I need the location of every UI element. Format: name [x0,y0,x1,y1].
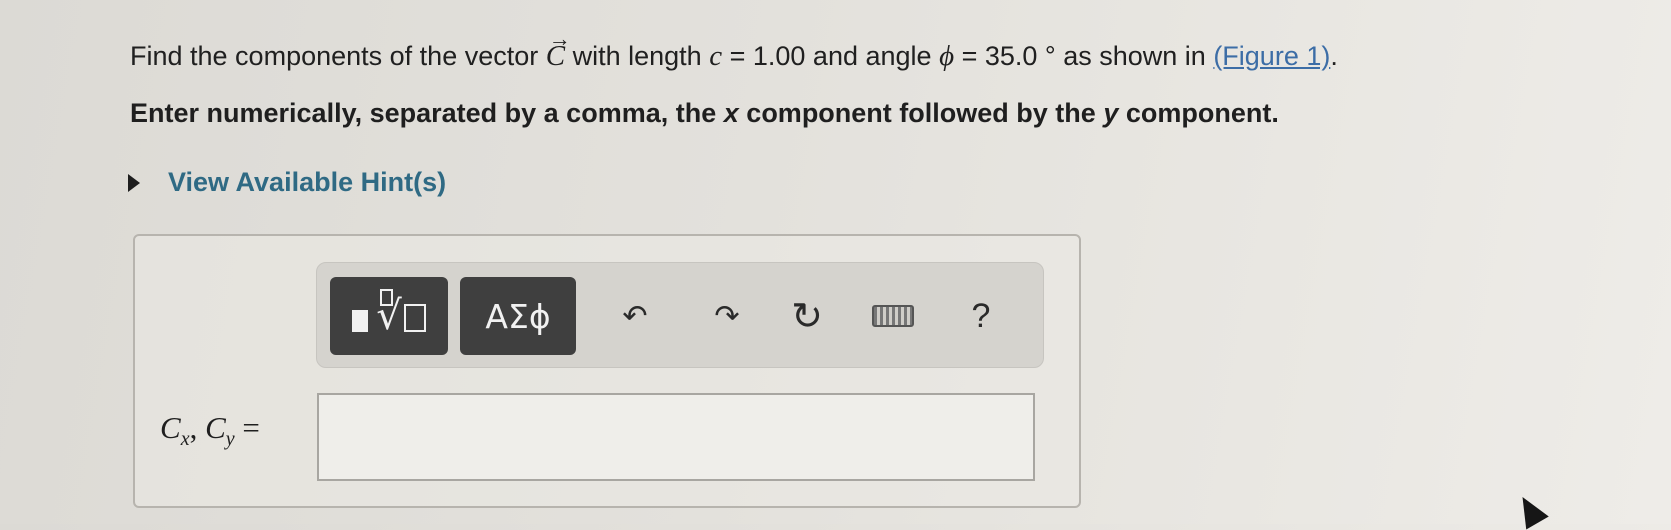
instruction-part-3: component. [1125,98,1279,128]
question-line-1: Find the components of the vector C → wit… [130,26,1338,73]
answer-var-2: C [205,410,226,445]
answer-sub-x: x [180,428,190,451]
keyboard-icon [872,305,914,327]
instruction-part-2: component followed by the [746,98,1096,128]
figure-1-link[interactable]: (Figure 1) [1213,41,1330,71]
answer-label: Cx, Cy = [160,410,260,451]
answer-input[interactable] [317,393,1035,481]
vector-c-symbol: C → [546,26,571,73]
reset-icon[interactable]: ↻ [779,289,835,343]
angle-variable: ϕ [939,40,955,72]
radical-template-icon: √ [376,289,426,339]
instruction-part-1: Enter numerically, separated by a comma,… [130,98,717,128]
math-toolbar: √ ΑΣϕ ↶ ↷ ↻ ? [316,262,1044,368]
help-button[interactable]: ? [953,289,1009,343]
answer-sub-y: y [225,428,235,451]
keyboard-button[interactable] [865,289,921,343]
redo-icon[interactable]: ↷ [699,289,755,343]
answer-equals: = [242,410,260,445]
view-hints-label: View Available Hint(s) [168,167,447,197]
expand-triangle-icon [128,173,140,192]
answer-var-1: C [160,410,181,445]
greek-symbols-button[interactable]: ΑΣϕ [460,277,576,355]
instruction-y: y [1103,98,1119,128]
undo-icon[interactable]: ↶ [607,289,663,343]
question-line-1-period: . [1330,41,1338,71]
vector-arrow-icon: → [548,26,571,51]
templates-button[interactable]: √ [330,277,448,355]
length-value: = 1.00 and angle [729,41,932,71]
length-variable: c [709,40,723,72]
angle-value: = 35.0 ° as shown in [961,41,1206,71]
question-line-2: Enter numerically, separated by a comma,… [130,98,1279,129]
view-hints-toggle[interactable]: View Available Hint(s) [128,167,446,198]
instruction-x: x [723,98,739,128]
question-text-prefix: Find the components of the vector [130,41,539,71]
question-text-mid: with length [572,41,702,71]
fill-square-icon [352,310,369,332]
